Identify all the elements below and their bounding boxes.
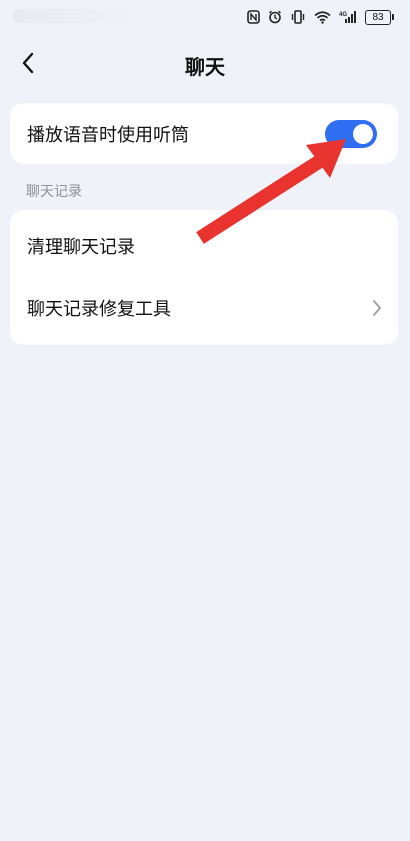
alarm-icon xyxy=(268,10,282,24)
battery-icon: 83 xyxy=(365,9,394,25)
wifi-icon xyxy=(314,10,331,24)
svg-text:4G: 4G xyxy=(339,12,347,18)
chat-history-card: 清理聊天记录 聊天记录修复工具 xyxy=(10,210,398,345)
status-bar-blurred-area xyxy=(12,9,132,23)
play-voice-earpiece-label: 播放语音时使用听筒 xyxy=(27,125,189,146)
repair-tool-label: 聊天记录修复工具 xyxy=(27,299,171,320)
section-label-chat-history: 聊天记录 xyxy=(26,184,82,200)
header: 聊天 xyxy=(0,40,410,90)
clear-history-label: 清理聊天记录 xyxy=(27,237,135,258)
vibrate-icon xyxy=(290,10,306,24)
page-title: 聊天 xyxy=(185,55,225,79)
battery-level: 83 xyxy=(365,9,391,25)
signal-4g-icon: 4G xyxy=(339,10,357,24)
status-bar: 4G 83 xyxy=(0,0,410,34)
voice-settings-card: 播放语音时使用听筒 xyxy=(10,103,398,164)
status-icons: 4G 83 xyxy=(247,8,394,26)
clear-history-row[interactable]: 清理聊天记录 xyxy=(10,215,398,277)
chevron-right-icon xyxy=(372,299,382,321)
repair-tool-row[interactable]: 聊天记录修复工具 xyxy=(10,277,398,339)
nfc-icon xyxy=(247,10,260,24)
play-voice-earpiece-row[interactable]: 播放语音时使用听筒 xyxy=(10,103,398,165)
play-voice-earpiece-toggle[interactable] xyxy=(325,120,377,148)
toggle-knob xyxy=(353,124,373,144)
